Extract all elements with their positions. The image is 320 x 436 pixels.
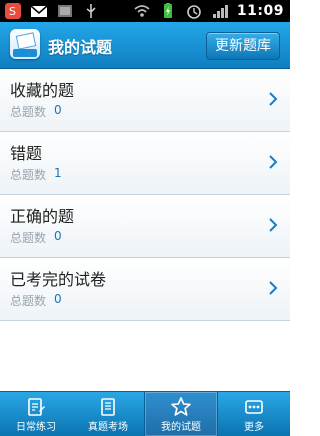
- list-item-correct[interactable]: 正确的题 总题数 0: [0, 195, 290, 258]
- status-bar: S 11:09: [0, 0, 290, 22]
- tab-label: 真题考场: [88, 422, 128, 433]
- tab-label: 更多: [244, 422, 264, 433]
- app-header: 我的试题 更新题库: [0, 22, 290, 69]
- update-question-bank-button[interactable]: 更新题库: [206, 32, 280, 60]
- list-item-title: 收藏的题: [10, 81, 75, 100]
- star-icon: [171, 397, 191, 416]
- list-item-sub-label: 总题数: [10, 231, 47, 245]
- list-item-finished-exams[interactable]: 已考完的试卷 总题数 0: [0, 258, 290, 321]
- usb-icon: [82, 2, 100, 20]
- list-item-wrong[interactable]: 错题 总题数 1: [0, 132, 290, 195]
- list-item-count: 0: [54, 292, 62, 306]
- edit-icon: [28, 398, 45, 416]
- list-item-favorites[interactable]: 收藏的题 总题数 0: [0, 69, 290, 132]
- my-questions-list: 收藏的题 总题数 0 错题 总题数 1 正确的题 总题数 0 已考完的试卷 总题…: [0, 69, 290, 321]
- book-icon: [101, 398, 115, 416]
- s-app-icon: S: [4, 2, 22, 20]
- app-logo: [10, 29, 40, 59]
- tab-label: 日常练习: [16, 422, 56, 433]
- chevron-right-icon: [269, 92, 278, 106]
- tab-more[interactable]: 更多: [218, 392, 290, 436]
- status-time: 11:09: [236, 3, 284, 19]
- image-icon: [56, 2, 74, 20]
- chevron-right-icon: [269, 281, 278, 295]
- mail-icon: [30, 2, 48, 20]
- list-item-count: 1: [54, 166, 62, 180]
- list-item-title: 已考完的试卷: [10, 270, 107, 289]
- alarm-icon: [185, 2, 203, 20]
- bottom-tab-bar: 日常练习 真题考场 我的试题 更多: [0, 391, 290, 436]
- list-item-sub-label: 总题数: [10, 168, 47, 182]
- tab-label: 我的试题: [161, 422, 201, 433]
- tab-daily-practice[interactable]: 日常练习: [0, 392, 72, 436]
- chevron-right-icon: [269, 218, 278, 232]
- svg-text:S: S: [9, 5, 16, 18]
- list-item-count: 0: [54, 229, 62, 243]
- tab-real-exam[interactable]: 真题考场: [72, 392, 144, 436]
- wifi-icon: [133, 2, 151, 20]
- page-title: 我的试题: [48, 38, 113, 57]
- list-item-title: 错题: [10, 144, 43, 163]
- status-left-icons: S: [4, 2, 100, 20]
- battery-charging-icon: [159, 2, 177, 20]
- list-item-count: 0: [54, 103, 62, 117]
- chevron-right-icon: [269, 155, 278, 169]
- list-item-sub-label: 总题数: [10, 294, 47, 308]
- tab-my-questions[interactable]: 我的试题: [144, 392, 218, 436]
- more-icon: [245, 400, 263, 414]
- list-item-sub-label: 总题数: [10, 105, 47, 119]
- list-item-title: 正确的题: [10, 207, 75, 226]
- signal-icon: [211, 2, 229, 20]
- status-right-icons: 11:09: [133, 2, 284, 20]
